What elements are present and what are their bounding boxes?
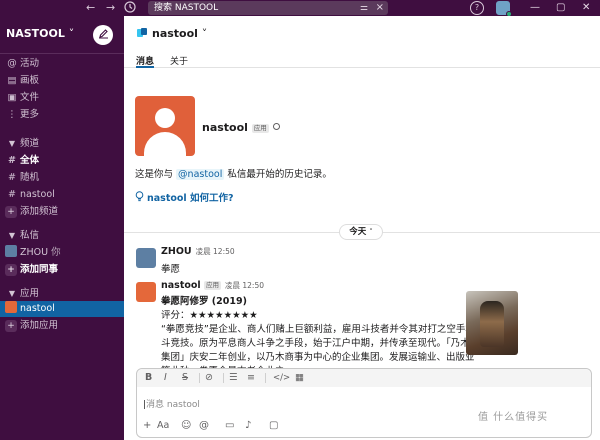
edit-icon — [98, 29, 108, 39]
close-window-icon[interactable]: ✕ — [582, 0, 590, 15]
sidebar-app-nastool[interactable]: nastool — [0, 301, 124, 317]
add-colleague-button[interactable]: + 添加同事 — [0, 262, 124, 278]
card-description-line: 集团」庆安二年创业，以乃木商事为中心的企业集团。发展运输业、出版业 — [161, 352, 475, 363]
workspace-header[interactable]: NASTOOL ˅ — [0, 16, 124, 54]
sliders-icon[interactable]: ⚌ — [360, 2, 368, 14]
tab-about[interactable]: 关于 — [170, 54, 188, 68]
minimize-icon[interactable]: — — [530, 0, 540, 15]
toolbar-separator — [223, 373, 224, 383]
compose-button[interactable] — [93, 25, 113, 45]
intro-app-name[interactable]: nastool 应用 — [202, 121, 280, 134]
code-icon[interactable]: </> — [273, 371, 290, 385]
lightbulb-icon — [135, 191, 144, 202]
caret-down-icon: ▼ — [8, 231, 16, 240]
help-icon[interactable]: ? — [470, 1, 484, 15]
mention-link[interactable]: @nastool — [176, 169, 225, 180]
avatar — [5, 245, 17, 257]
canvas-icon: ▤ — [7, 75, 17, 86]
main-panel: nastool ˅ 消息 关于 nastool 应用 这是你与 @nastool… — [124, 16, 600, 440]
hash-icon: # — [8, 189, 16, 200]
mention-icon[interactable]: @ — [199, 419, 209, 433]
caret-down-icon: ▼ — [8, 139, 16, 148]
message-composer: B I S ⊘ ☰ ≡ </> ▦ |消息 nastool + Aa ☺ @ ▭… — [136, 368, 592, 438]
message-author[interactable]: nastool 应用 凌晨 12:50 — [161, 280, 264, 291]
status-ring-icon — [272, 123, 280, 130]
hash-icon: # — [8, 155, 16, 166]
code-block-icon[interactable]: ▦ — [295, 371, 304, 385]
caret-down-icon: ▼ — [8, 289, 16, 298]
history-clock-icon[interactable] — [124, 1, 136, 15]
more-icon: ⋮ — [7, 109, 17, 120]
watermark: 值 什么值得买 — [478, 412, 549, 423]
workspace-name[interactable]: NASTOOL ˅ — [6, 27, 74, 40]
channel-title[interactable]: nastool ˅ — [136, 27, 207, 40]
message-timestamp[interactable]: 凌晨 12:50 — [196, 247, 235, 256]
plus-icon: + — [5, 264, 17, 276]
plus-icon: + — [5, 320, 17, 332]
shortcuts-icon[interactable]: ▢ — [269, 419, 278, 433]
strike-button[interactable]: S — [182, 371, 188, 385]
app-logo-icon — [137, 28, 147, 37]
message-timestamp[interactable]: 凌晨 12:50 — [225, 281, 264, 290]
app-avatar — [5, 301, 17, 313]
sidebar-item-files[interactable]: ▣ 文件 — [0, 90, 124, 106]
video-icon[interactable]: ▭ — [225, 419, 234, 433]
day-divider-pill[interactable]: 今天 ˅ — [339, 224, 383, 240]
poster-thumbnail[interactable] — [466, 291, 518, 355]
italic-button[interactable]: I — [164, 371, 167, 385]
avatar[interactable] — [136, 248, 156, 268]
formatting-toggle-icon[interactable]: Aa — [157, 419, 169, 433]
sidebar-channel-nastool[interactable]: # nastool — [0, 187, 124, 203]
search-placeholder: 搜索 NASTOOL — [154, 3, 219, 13]
card-description-line: “拳愿竞技”是企业、商人们赌上巨额利益，雇用斗技者并令其对打之空手格 — [161, 324, 475, 335]
files-icon: ▣ — [7, 92, 17, 103]
plus-icon[interactable]: + — [143, 419, 151, 433]
plus-icon: + — [5, 206, 17, 218]
app-avatar-large[interactable] — [135, 96, 195, 156]
sidebar: NASTOOL ˅ @ 活动 ▤ 画板 ▣ 文件 ⋮ 更多 ▼ 频道 # 全体 # 随机 # n… — [0, 16, 124, 440]
tab-messages[interactable]: 消息 — [136, 54, 155, 68]
channel-header: nastool ˅ 消息 关于 — [124, 16, 600, 68]
add-app-button[interactable]: + 添加应用 — [0, 318, 124, 334]
app-avatar[interactable] — [136, 282, 156, 302]
at-icon: @ — [7, 58, 17, 69]
maximize-icon[interactable]: ▢ — [556, 0, 565, 15]
close-icon[interactable]: × — [376, 1, 384, 14]
card-title: 拳愿阿修罗 (2019) — [161, 296, 247, 307]
dm-section-header[interactable]: ▼ 私信 — [0, 228, 124, 244]
message-text: 拳愿 — [161, 264, 181, 275]
toolbar-separator — [199, 373, 200, 383]
sidebar-item-activity[interactable]: @ 活动 — [0, 56, 124, 72]
sidebar-item-canvas[interactable]: ▤ 画板 — [0, 73, 124, 89]
search-bar[interactable]: 搜索 NASTOOL ⚌ × — [148, 1, 388, 15]
message-input[interactable]: |消息 nastool — [143, 397, 200, 410]
back-arrow-icon[interactable]: ← — [86, 1, 95, 15]
card-rating: 评分：★★★★★★★★ — [161, 310, 258, 321]
sidebar-item-more[interactable]: ⋮ 更多 — [0, 107, 124, 123]
forward-arrow-icon[interactable]: → — [106, 1, 115, 15]
how-it-works-link[interactable]: nastool 如何工作? — [135, 190, 234, 204]
sidebar-channel-all[interactable]: # 全体 — [0, 153, 124, 169]
message-author[interactable]: ZHOU 凌晨 12:50 — [161, 246, 235, 257]
apps-section-header[interactable]: ▼ 应用 — [0, 286, 124, 302]
sidebar-dm-zhou[interactable]: ZHOU 你 — [0, 245, 124, 261]
intro-text: 这是你与 @nastool 私信最开始的历史记录。 — [135, 169, 332, 180]
ordered-list-icon[interactable]: ☰ — [229, 371, 238, 385]
add-channel-button[interactable]: + 添加频道 — [0, 204, 124, 220]
card-description-line: 斗竞技。原为平息商人斗争之手段，始于江户中期，并传承至现代。「乃木 — [161, 338, 470, 349]
link-icon[interactable]: ⊘ — [205, 371, 213, 385]
app-badge: 应用 — [204, 281, 221, 290]
microphone-icon[interactable]: ♪ — [245, 419, 251, 433]
toolbar-separator — [265, 373, 266, 383]
bullet-list-icon[interactable]: ≡ — [247, 371, 255, 385]
sidebar-channel-random[interactable]: # 随机 — [0, 170, 124, 186]
hash-icon: # — [8, 172, 16, 183]
channels-section-header[interactable]: ▼ 频道 — [0, 136, 124, 152]
bold-button[interactable]: B — [145, 371, 152, 385]
user-avatar[interactable] — [496, 1, 512, 17]
formatting-toolbar: B I S ⊘ ☰ ≡ </> ▦ — [137, 369, 591, 387]
app-badge: 应用 — [251, 124, 269, 133]
title-bar: ← → 搜索 NASTOOL ⚌ × ? — ▢ ✕ — [0, 0, 600, 17]
emoji-icon[interactable]: ☺ — [181, 419, 191, 433]
